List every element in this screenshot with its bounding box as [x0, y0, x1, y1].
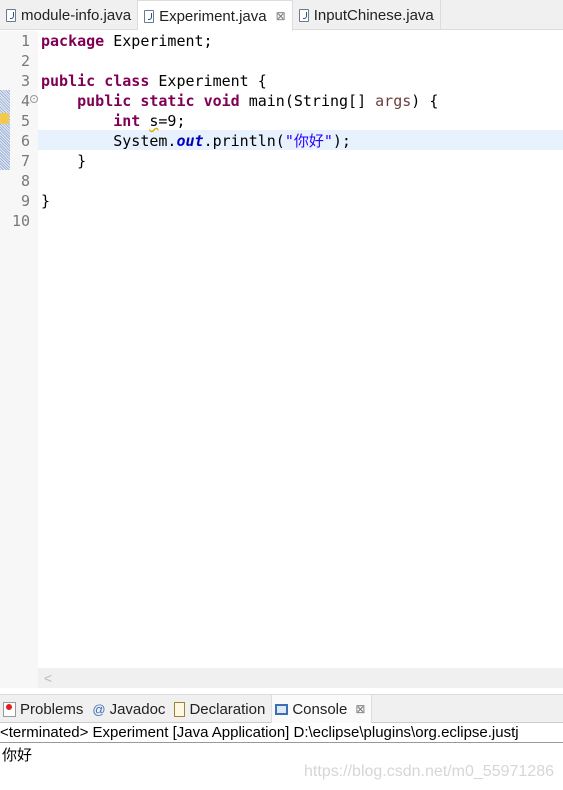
tab-input-chinese[interactable]: InputChinese.java	[293, 0, 441, 30]
line-number: 6	[20, 132, 30, 150]
tab-label: Javadoc	[109, 700, 166, 718]
horizontal-scrollbar[interactable]: <	[38, 668, 563, 688]
keyword: void	[203, 92, 240, 110]
keyword: public	[77, 92, 132, 110]
line-number: 4	[20, 92, 30, 110]
code-line-7[interactable]: }	[41, 151, 86, 171]
keyword: public	[41, 72, 96, 90]
warning-marker-icon[interactable]	[0, 113, 9, 124]
tab-label: module-info.java	[21, 6, 132, 24]
line-number: 1	[20, 32, 30, 50]
keyword: static	[140, 92, 195, 110]
fold-collapse-icon[interactable]: -	[30, 95, 38, 103]
code-text: }	[41, 192, 51, 210]
code-line-1[interactable]: package Experiment;	[41, 31, 213, 51]
line-number: 8	[20, 172, 30, 190]
java-file-icon	[298, 8, 309, 22]
tab-experiment[interactable]: Experiment.java ⊠	[138, 0, 293, 31]
code-line-5[interactable]: int s=9;	[41, 111, 186, 131]
tab-javadoc[interactable]: @ Javadoc	[89, 695, 171, 723]
code-line-3[interactable]: public class Experiment {	[41, 71, 267, 91]
watermark: https://blog.csdn.net/m0_55971286	[304, 763, 554, 780]
java-file-icon	[6, 8, 16, 22]
line-number: 9	[20, 192, 30, 210]
tab-console[interactable]: Console ⊠	[271, 695, 373, 723]
javadoc-at-icon: @	[92, 701, 106, 717]
scroll-left-arrow-icon[interactable]: <	[44, 670, 52, 686]
declaration-icon	[174, 701, 186, 717]
line-number: 2	[20, 52, 30, 70]
overview-ruler-marker	[0, 90, 10, 170]
gutter-footer	[0, 668, 38, 688]
panel-tab-bar: Problems @ Javadoc Declaration Console ⊠	[0, 694, 563, 723]
code-line-9[interactable]: }	[41, 191, 50, 211]
close-icon[interactable]: ⊠	[276, 9, 286, 23]
tab-module-info[interactable]: module-info.java	[0, 0, 139, 30]
tab-label: Console	[292, 700, 348, 718]
string-literal: "你好"	[284, 132, 333, 150]
code-text: Experiment {	[149, 72, 267, 90]
java-file-warning-icon	[144, 9, 155, 23]
code-text: ) {	[411, 92, 439, 110]
editor-tab-bar: module-info.java Experiment.java ⊠ InputC…	[0, 0, 563, 31]
code-line-4[interactable]: public static void main(String[] args) {	[41, 91, 438, 111]
console-output[interactable]: 你好	[2, 744, 32, 765]
close-icon[interactable]: ⊠	[355, 702, 365, 716]
line-number: 5	[20, 112, 30, 130]
keyword: class	[104, 72, 150, 90]
line-number: 7	[20, 152, 30, 170]
tab-label: Problems	[20, 700, 84, 718]
tab-declaration[interactable]: Declaration	[171, 695, 271, 723]
console-process-label: <terminated> Experiment [Java Applicatio…	[0, 723, 563, 743]
keyword: int	[113, 112, 141, 130]
code-line-6[interactable]: System.out.println("你好");	[41, 131, 351, 151]
code-text: .println(	[203, 132, 285, 150]
tab-problems[interactable]: Problems	[0, 695, 89, 723]
code-text: =9;	[158, 112, 186, 130]
tab-label: Declaration	[189, 700, 266, 718]
static-field: out	[176, 132, 204, 150]
code-text: );	[332, 132, 351, 150]
line-number: 3	[20, 72, 30, 90]
tab-label: InputChinese.java	[313, 6, 434, 24]
tab-label: Experiment.java	[159, 7, 267, 25]
code-text: }	[77, 152, 87, 170]
code-text: Experiment;	[104, 32, 213, 50]
code-text: System.	[113, 132, 177, 150]
parameter: args	[375, 92, 412, 110]
code-text: main(String[]	[239, 92, 376, 110]
console-icon	[275, 703, 289, 715]
problems-icon	[3, 701, 16, 717]
line-number: 10	[11, 212, 30, 230]
keyword: package	[41, 32, 105, 50]
